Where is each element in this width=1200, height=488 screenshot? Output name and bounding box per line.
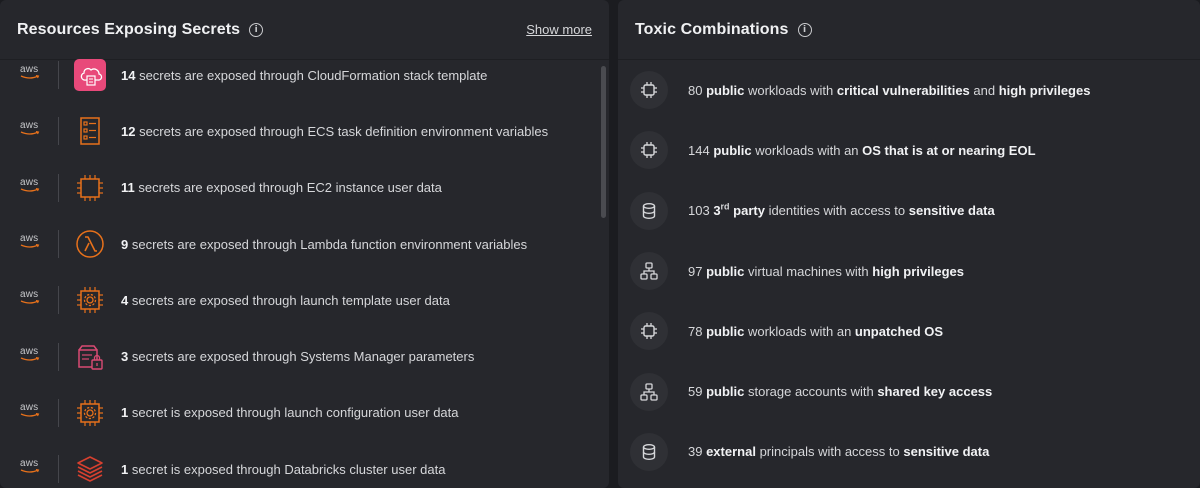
toxic-combinations-panel: Toxic Combinations i 80 public workloads… (618, 0, 1200, 488)
list-item[interactable]: 103 3rd party identities with access to … (618, 181, 1200, 241)
aws-logo-icon: aws (20, 121, 44, 141)
list-item[interactable]: aws 11 secrets are exposed through EC2 i… (0, 160, 600, 216)
list-item[interactable]: 78 public workloads with an unpatched OS (618, 301, 1200, 361)
databricks-icon (74, 453, 106, 485)
list-item-text: 80 public workloads with critical vulner… (688, 82, 1091, 98)
lambda-icon (74, 228, 106, 260)
toxic-combination-list: 80 public workloads with critical vulner… (618, 60, 1200, 482)
systems-manager-icon (74, 341, 106, 373)
list-item[interactable]: aws 1 secret is exposed through launch c… (0, 385, 600, 441)
cloudformation-icon (74, 59, 106, 92)
info-icon[interactable]: i (249, 22, 264, 37)
cpu-icon (630, 312, 668, 351)
list-item[interactable]: 144 public workloads with an OS that is … (618, 120, 1200, 180)
list-item-text: 59 public storage accounts with shared k… (688, 384, 993, 400)
list-item-text: 103 3rd party identities with access to … (688, 201, 995, 219)
panel-title: Resources Exposing Secrets (17, 20, 241, 38)
list-item-text: 12 secrets are exposed through ECS task … (121, 123, 549, 139)
launch-template-icon (74, 284, 106, 316)
aws-logo-icon: aws (20, 177, 44, 198)
list-item[interactable]: aws 9 secrets are exposed through Lambda… (0, 216, 600, 272)
aws-logo-icon: aws (20, 290, 44, 310)
ec2-instance-icon (74, 172, 106, 204)
list-item[interactable]: 59 public storage accounts with shared k… (618, 361, 1200, 421)
divider (58, 342, 59, 371)
aws-logo-icon: aws (20, 346, 44, 367)
cpu-icon (630, 71, 668, 110)
network-icon (630, 252, 668, 291)
aws-logo-icon: aws (20, 65, 44, 85)
divider (58, 173, 59, 202)
launch-configuration-icon (74, 397, 106, 429)
list-item-text: 3 secrets are exposed through Systems Ma… (121, 349, 475, 365)
divider (58, 230, 59, 259)
list-item[interactable]: 97 public virtual machines with high pri… (618, 241, 1200, 301)
list-item[interactable]: aws 14 secrets are exposed through Cloud… (0, 47, 600, 103)
divider (58, 117, 59, 146)
network-icon (630, 372, 668, 411)
show-more-link[interactable]: Show more (526, 22, 592, 37)
list-item-text: 78 public workloads with an unpatched OS (688, 323, 944, 339)
divider (58, 398, 59, 427)
list-item[interactable]: aws 4 secrets are exposed through launch… (0, 272, 600, 328)
list-item-text: 39 external principals with access to se… (688, 444, 990, 460)
divider (58, 61, 59, 90)
list-item-text: 1 secret is exposed through Databricks c… (121, 461, 446, 477)
panel-header: Toxic Combinations i (618, 0, 1200, 60)
list-item-text: 144 public workloads with an OS that is … (688, 142, 1036, 158)
list-item[interactable]: aws 1 secret is exposed through Databric… (0, 441, 600, 488)
divider (58, 455, 59, 484)
list-item[interactable]: aws 3 secrets are exposed through System… (0, 328, 600, 384)
ecs-task-definition-icon (74, 115, 106, 147)
database-icon (630, 191, 668, 230)
list-item-text: 1 secret is exposed through launch confi… (121, 405, 459, 421)
info-icon[interactable]: i (797, 22, 812, 37)
list-item-text: 9 secrets are exposed through Lambda fun… (121, 236, 528, 252)
list-item-text: 4 secrets are exposed through launch tem… (121, 292, 450, 308)
cpu-icon (630, 131, 668, 170)
aws-logo-icon: aws (20, 402, 44, 423)
panel-title: Toxic Combinations (635, 20, 789, 38)
aws-logo-icon: aws (20, 234, 44, 254)
list-item[interactable]: 80 public workloads with critical vulner… (618, 60, 1200, 120)
scrollbar-thumb[interactable] (601, 66, 606, 218)
list-item[interactable]: aws 12 secrets are exposed through ECS t… (0, 103, 600, 159)
list-item-text: 97 public virtual machines with high pri… (688, 263, 964, 279)
list-item-text: 11 secrets are exposed through EC2 insta… (121, 180, 442, 196)
database-icon (630, 432, 668, 471)
aws-logo-icon: aws (20, 459, 44, 479)
secrets-resource-list: aws 14 secrets are exposed through Cloud… (0, 47, 600, 488)
resources-exposing-secrets-panel: Resources Exposing Secrets i Show more a… (0, 0, 609, 488)
list-item[interactable]: 39 external principals with access to se… (618, 422, 1200, 482)
list-item-text: 14 secrets are exposed through CloudForm… (121, 67, 488, 83)
divider (58, 286, 59, 315)
